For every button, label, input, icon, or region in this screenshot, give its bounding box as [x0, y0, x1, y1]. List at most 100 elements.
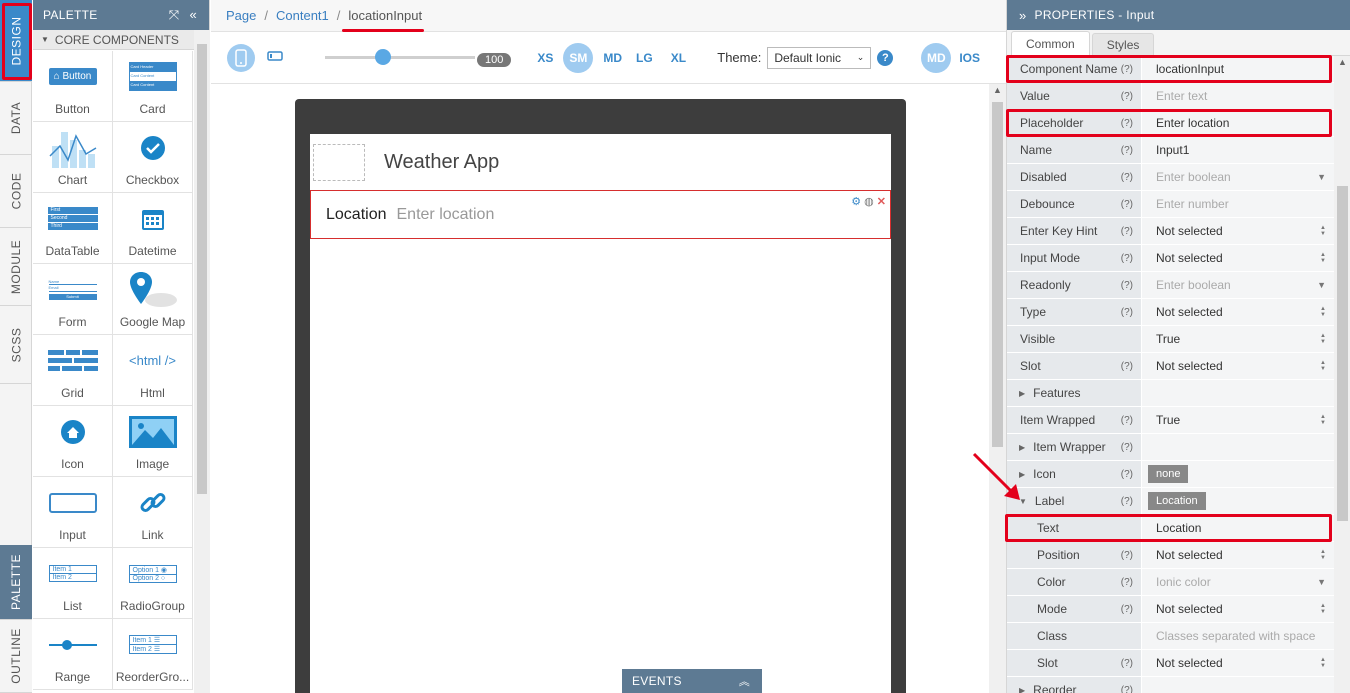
- close-icon[interactable]: ✕: [877, 195, 886, 208]
- property-value[interactable]: Ionic color ▼: [1141, 569, 1334, 595]
- location-input-component[interactable]: Location Enter location ⚙ ◍ ✕: [310, 190, 891, 239]
- help-icon[interactable]: (?): [1121, 280, 1133, 291]
- property-value[interactable]: Classes separated with space: [1141, 623, 1334, 649]
- property-value[interactable]: Not selected ▲ ▼: [1141, 245, 1334, 271]
- breadcrumb-content1[interactable]: Content1: [276, 8, 329, 23]
- events-panel-toggle[interactable]: EVENTS ︽: [622, 669, 762, 693]
- palette-item-html[interactable]: <html /> Html: [113, 335, 193, 406]
- palette-item-grid[interactable]: Grid: [33, 335, 113, 406]
- card-icon: Card Header Card Content Card Content: [128, 62, 177, 91]
- palette-item-google-map[interactable]: Google Map: [113, 264, 193, 335]
- palette-item-checkbox[interactable]: Checkbox: [113, 122, 193, 193]
- palette-item-icon[interactable]: Icon: [33, 406, 113, 477]
- tab-module[interactable]: MODULE: [0, 228, 32, 306]
- tab-styles[interactable]: Styles: [1091, 33, 1155, 55]
- palette-item-radiogroup[interactable]: Option 1 ◉ Option 2 ○ RadioGroup: [113, 548, 193, 619]
- palette-item-datatable[interactable]: First Second Third DataTable: [33, 193, 113, 264]
- tab-data[interactable]: DATA: [0, 82, 32, 155]
- tablet-landscape-icon[interactable]: [267, 50, 283, 65]
- property-value[interactable]: Not selected ▲ ▼: [1141, 650, 1334, 676]
- help-icon[interactable]: (?): [1121, 496, 1133, 507]
- phone-view-button[interactable]: [227, 43, 255, 72]
- properties-scrollbar[interactable]: ▲: [1334, 56, 1350, 693]
- tab-scss[interactable]: SCSS: [0, 306, 32, 384]
- property-value[interactable]: Not selected ▲ ▼: [1141, 299, 1334, 325]
- expand-icon[interactable]: ⤧: [169, 7, 180, 23]
- palette-item-input[interactable]: Input: [33, 477, 113, 548]
- palette-section-header[interactable]: ▼ CORE COMPONENTS: [33, 30, 196, 50]
- property-value[interactable]: Enter number: [1141, 191, 1334, 217]
- mode-md-button[interactable]: MD: [921, 42, 952, 73]
- palette-item-range[interactable]: Range: [33, 619, 113, 690]
- gear-icon[interactable]: ⚙: [851, 195, 861, 208]
- help-icon[interactable]: (?): [1121, 253, 1133, 264]
- property-value[interactable]: Input1: [1141, 137, 1334, 163]
- help-icon[interactable]: (?): [1121, 172, 1133, 183]
- breakpoint-xl[interactable]: XL: [671, 51, 686, 65]
- palette-scroll-thumb[interactable]: [197, 44, 207, 494]
- scroll-up-icon[interactable]: ▲: [993, 85, 1002, 95]
- zoom-slider[interactable]: [325, 49, 475, 65]
- property-value[interactable]: Enter text: [1141, 83, 1334, 109]
- palette-item-datetime[interactable]: Datetime: [113, 193, 193, 264]
- help-icon[interactable]: (?): [1121, 442, 1133, 453]
- phone-icon: [235, 48, 247, 67]
- help-icon[interactable]: ?: [877, 49, 894, 66]
- canvas-scroll-thumb[interactable]: [992, 102, 1003, 447]
- tab-outline[interactable]: OUTLINE: [0, 620, 32, 693]
- property-value[interactable]: none: [1141, 461, 1334, 487]
- property-value[interactable]: Enter boolean ▼: [1141, 164, 1334, 190]
- properties-scroll-thumb[interactable]: [1337, 186, 1348, 521]
- help-icon[interactable]: (?): [1121, 469, 1133, 480]
- palette-item-card[interactable]: Card Header Card Content Card Content Ca…: [113, 51, 193, 122]
- scroll-up-icon[interactable]: ▲: [1338, 57, 1347, 67]
- help-icon[interactable]: (?): [1121, 361, 1133, 372]
- breadcrumb-page[interactable]: Page: [226, 8, 256, 23]
- palette-item-list[interactable]: Item 1 Item 2 List: [33, 548, 113, 619]
- help-icon[interactable]: (?): [1121, 199, 1133, 210]
- help-icon[interactable]: (?): [1121, 604, 1133, 615]
- caret-right-icon[interactable]: ▶: [1019, 686, 1025, 693]
- help-icon[interactable]: (?): [1121, 577, 1133, 588]
- theme-select[interactable]: Default Ionic ⌄: [767, 46, 872, 69]
- property-value[interactable]: True ▲ ▼: [1141, 326, 1334, 352]
- property-value[interactable]: Not selected ▲ ▼: [1141, 596, 1334, 622]
- help-icon[interactable]: (?): [1121, 145, 1133, 156]
- property-value[interactable]: Not selected ▲ ▼: [1141, 218, 1334, 244]
- help-icon[interactable]: (?): [1121, 550, 1133, 561]
- help-icon[interactable]: (?): [1121, 91, 1133, 102]
- property-value[interactable]: Enter boolean ▼: [1141, 272, 1334, 298]
- palette-item-reordergroup[interactable]: Item 1 ☰ Item 2 ☰ ReorderGro...: [113, 619, 193, 690]
- help-icon[interactable]: (?): [1121, 658, 1133, 669]
- tab-code[interactable]: CODE: [0, 155, 32, 228]
- property-value[interactable]: Not selected ▲ ▼: [1141, 542, 1334, 568]
- palette-item-form[interactable]: Name Email Submit Form: [33, 264, 113, 335]
- tab-common[interactable]: Common: [1011, 31, 1090, 55]
- palette-item-button[interactable]: ⌂ Button Button: [33, 51, 113, 122]
- breakpoint-md[interactable]: MD: [603, 51, 622, 65]
- canvas-scrollbar[interactable]: ▲: [989, 84, 1006, 693]
- breakpoint-lg[interactable]: LG: [636, 51, 653, 65]
- caret-right-icon[interactable]: ▶: [1019, 389, 1025, 398]
- breakpoint-sm[interactable]: SM: [563, 42, 594, 73]
- collapse-left-icon[interactable]: «: [189, 7, 197, 23]
- breakpoint-xs[interactable]: XS: [537, 51, 553, 65]
- property-value[interactable]: Location: [1141, 488, 1334, 514]
- hide-icon[interactable]: ◍: [864, 195, 874, 208]
- zoom-slider-knob[interactable]: [375, 49, 391, 65]
- palette-item-chart[interactable]: Chart: [33, 122, 113, 193]
- tab-palette[interactable]: PALETTE: [0, 545, 32, 620]
- help-icon[interactable]: (?): [1121, 685, 1133, 693]
- property-value[interactable]: Not selected ▲ ▼: [1141, 353, 1334, 379]
- expand-right-icon[interactable]: »: [1019, 8, 1027, 23]
- property-value[interactable]: True ▲ ▼: [1141, 407, 1334, 433]
- palette-item-image[interactable]: Image: [113, 406, 193, 477]
- palette-scrollbar[interactable]: [194, 30, 210, 693]
- palette-item-link[interactable]: Link: [113, 477, 193, 548]
- help-icon[interactable]: (?): [1121, 415, 1133, 426]
- app-title[interactable]: Weather App: [384, 151, 499, 174]
- header-placeholder[interactable]: [313, 144, 365, 181]
- help-icon[interactable]: (?): [1121, 226, 1133, 237]
- mode-ios-button[interactable]: IOS: [959, 51, 980, 65]
- help-icon[interactable]: (?): [1121, 307, 1133, 318]
